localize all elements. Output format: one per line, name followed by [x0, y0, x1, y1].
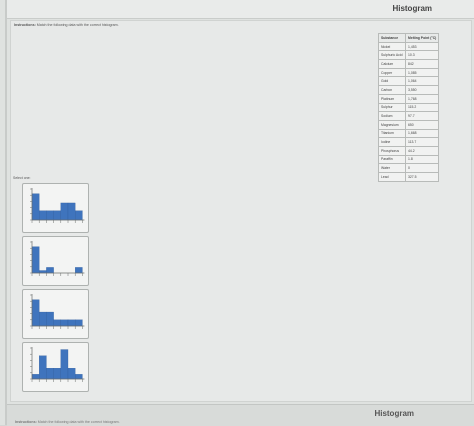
table-row: Magnesium 650 — [378, 119, 440, 130]
left-divider — [5, 0, 7, 425]
histogram-bar — [46, 311, 54, 327]
table-row: Carbon 3,550 — [378, 85, 440, 95]
instructions: Instructions: Match the following data w… — [14, 23, 119, 27]
table-row: Sulphuric Acid 10.3 — [378, 50, 440, 61]
substance-cell: Paraffin — [378, 154, 406, 165]
substance-cell: Sulphuric Acid — [378, 50, 406, 61]
column-header-melting-point: Melting Point (°C) — [404, 33, 440, 43]
histogram-bar — [75, 374, 83, 380]
instructions-text: Match the following data with the correc… — [36, 23, 119, 27]
histogram-bar — [67, 367, 76, 380]
melting-point-cell: 650 — [404, 119, 440, 130]
substance-cell: Copper — [378, 67, 406, 78]
melting-point-cell: 3,550 — [404, 85, 440, 95]
next-instructions-text: Match the following data with the correc… — [37, 420, 120, 424]
histogram-bar — [60, 349, 69, 380]
page-title: Histogram — [392, 4, 432, 13]
table-row: Water 0 — [378, 163, 440, 173]
substance-cell: Lead — [378, 172, 406, 182]
table-row: Phosphorus 44.2 — [378, 145, 440, 156]
histogram-bar — [39, 210, 47, 221]
histogram-bar — [31, 246, 40, 274]
histogram-bar — [39, 270, 47, 274]
melting-point-cell: 1,668 — [404, 128, 440, 139]
substance-cell: Titanium — [378, 128, 406, 139]
table-row: Iodine 113.7 — [378, 137, 440, 147]
next-page-title: Histogram — [374, 409, 414, 418]
table-row: Sulphur 115.2 — [378, 102, 440, 113]
column-header-substance: Substance — [378, 33, 406, 43]
next-question-bar: Histogram Instructions: Match the follow… — [7, 404, 474, 426]
melting-point-cell: 842 — [404, 59, 440, 69]
melting-point-cell: 0 — [404, 163, 440, 173]
table-row: Paraffin 1.8 — [378, 154, 440, 165]
melting-point-cell: 1.8 — [404, 154, 440, 165]
histogram-bar — [46, 267, 54, 274]
histogram-bar — [53, 319, 61, 327]
histogram-bar — [39, 311, 47, 327]
histogram-bar — [60, 202, 69, 221]
substance-cell: Calcium — [378, 59, 406, 69]
next-instructions: Instructions: Match the following data w… — [15, 420, 120, 424]
table-row: Copper 1,085 — [378, 67, 440, 78]
table-header-row: Substance Melting Point (°C) — [378, 33, 440, 43]
substance-cell: Nickel — [378, 41, 406, 52]
histogram-c — [30, 294, 85, 329]
histogram-bar — [75, 210, 83, 221]
melting-point-cell: 10.3 — [404, 50, 440, 61]
melting-point-cell: 1,064 — [404, 76, 440, 87]
histogram-d — [30, 347, 85, 382]
histogram-bar — [46, 367, 54, 380]
histogram-option-a[interactable] — [22, 183, 89, 233]
histogram-bar — [67, 319, 76, 327]
select-one-label: Select one: — [13, 176, 31, 180]
histogram-bar — [60, 319, 69, 327]
histogram-bar — [75, 267, 83, 274]
melting-point-cell: 1,453 — [404, 41, 440, 52]
melting-point-cell: 113.7 — [404, 137, 440, 147]
histogram-bar — [75, 319, 83, 327]
table-row: Calcium 842 — [378, 59, 440, 69]
histogram-bar — [31, 299, 40, 327]
table-row: Sodium 97.7 — [378, 111, 440, 121]
table-row: Platinum 1,768 — [378, 93, 440, 104]
histogram-option-c[interactable] — [22, 289, 89, 339]
substance-cell: Gold — [378, 76, 406, 87]
melting-point-cell: 97.7 — [404, 111, 440, 121]
substance-cell: Iodine — [378, 137, 406, 147]
substance-cell: Sulphur — [378, 102, 406, 113]
instructions-label: Instructions: — [14, 23, 36, 27]
melting-point-cell: 44.2 — [404, 145, 440, 156]
histogram-bar — [67, 202, 76, 221]
header-bar: Histogram — [7, 0, 474, 19]
melting-point-cell: 1,768 — [404, 93, 440, 104]
substance-cell: Carbon — [378, 85, 406, 95]
data-table: Substance Melting Point (°C) Nickel 1,453… — [378, 33, 440, 182]
substance-cell: Phosphorus — [378, 145, 406, 156]
histogram-bar — [53, 367, 61, 380]
histogram-option-d[interactable] — [22, 342, 89, 392]
table-row: Gold 1,064 — [378, 76, 440, 87]
histogram-b — [30, 241, 85, 276]
histogram-bar — [53, 210, 61, 221]
melting-point-cell: 115.2 — [404, 102, 440, 113]
histogram-bar — [39, 355, 47, 380]
next-instructions-label: Instructions: — [15, 420, 37, 424]
histogram-option-b[interactable] — [22, 236, 89, 286]
substance-cell: Water — [378, 163, 406, 173]
substance-cell: Platinum — [378, 93, 406, 104]
table-row: Lead 327.5 — [378, 172, 440, 182]
substance-cell: Magnesium — [378, 119, 406, 130]
melting-point-cell: 1,085 — [404, 67, 440, 78]
histogram-bar — [31, 374, 40, 380]
substance-cell: Sodium — [378, 111, 406, 121]
table-row: Nickel 1,453 — [378, 41, 440, 52]
table-row: Titanium 1,668 — [378, 128, 440, 139]
histogram-bar — [31, 193, 40, 221]
histogram-bar — [46, 210, 54, 221]
melting-point-cell: 327.5 — [404, 172, 440, 182]
histogram-a — [30, 188, 85, 223]
